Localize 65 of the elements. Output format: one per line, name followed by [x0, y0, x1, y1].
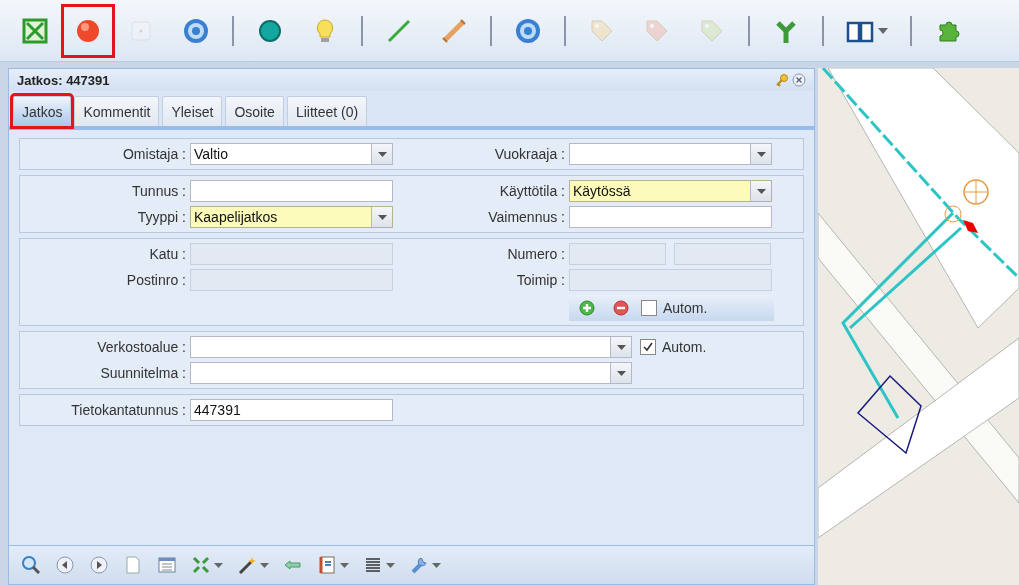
list-icon [363, 555, 383, 575]
field-label: Käyttötila : [498, 183, 566, 199]
combo-box[interactable]: Valtio [190, 143, 393, 165]
field-label: Tietokantatunnus : [70, 402, 187, 418]
cross-box-icon [21, 16, 49, 45]
combo-box[interactable]: Kaapelijatkos [190, 206, 393, 228]
checkbox-label: Autom. [663, 300, 708, 316]
combo-box[interactable] [569, 143, 772, 165]
toolbar-button[interactable] [317, 555, 349, 575]
toolbar-button[interactable] [61, 3, 115, 58]
toolbar-button[interactable] [55, 555, 75, 575]
caret-icon [386, 562, 395, 568]
target-icon [514, 16, 542, 45]
forward-icon [89, 555, 109, 575]
tab[interactable]: Liitteet (0) [286, 96, 368, 126]
page-icon [123, 555, 143, 575]
field-label: Tyyppi : [136, 209, 187, 225]
caret-icon [432, 562, 441, 568]
wrench-icon [409, 555, 429, 575]
add-icon[interactable] [579, 300, 595, 316]
tab[interactable]: Osoite [225, 96, 284, 126]
panel-title: Jatkos: 447391 [17, 72, 110, 88]
field-label: Omistaja : [122, 146, 187, 162]
toolbar-button[interactable] [89, 555, 109, 575]
close-icon[interactable] [792, 73, 806, 87]
input-field[interactable] [190, 180, 393, 202]
field-label: Vuokraaja : [493, 146, 566, 162]
field-label: Tunnus : [131, 183, 187, 199]
checkbox[interactable] [641, 300, 657, 316]
wand-icon [237, 555, 257, 575]
caret-icon [214, 562, 223, 568]
toolbar-button[interactable] [21, 555, 41, 575]
caret-icon [260, 562, 269, 568]
key-icon[interactable] [775, 73, 789, 87]
caret-icon [878, 27, 888, 34]
tab[interactable]: Jatkos [13, 96, 72, 126]
tab[interactable]: Kommentit [74, 96, 160, 126]
toolbar-button[interactable] [191, 555, 223, 575]
ruler-icon [440, 16, 468, 45]
field-label: Postinro : [125, 272, 187, 288]
back-icon [55, 555, 75, 575]
field-label: Vaimennus : [487, 209, 566, 225]
field-label: Suunnitelma : [99, 365, 187, 381]
combo-box[interactable] [190, 362, 632, 384]
combo-box[interactable]: Käytössä [569, 180, 772, 202]
notebook-icon [317, 555, 337, 575]
checkbox-label: Autom. [662, 339, 707, 355]
checkbox[interactable] [640, 339, 656, 355]
field-label: Katu : [148, 246, 187, 262]
input-field[interactable]: 447391 [190, 399, 393, 421]
toolbar-button[interactable] [237, 555, 269, 575]
toolbar-button[interactable] [409, 555, 441, 575]
arrows-icon [191, 555, 211, 575]
target-icon [182, 16, 210, 45]
field-label: Toimip : [515, 272, 566, 288]
combo-box[interactable] [190, 336, 632, 358]
field-label: Numero : [506, 246, 566, 262]
search-icon [21, 555, 41, 575]
toolbar-button[interactable] [363, 555, 395, 575]
remove-icon[interactable] [613, 300, 629, 316]
form-icon [157, 555, 177, 575]
tab[interactable]: Yleiset [162, 96, 223, 126]
input-field[interactable] [569, 206, 772, 228]
field-label: Verkostoalue : [96, 339, 187, 355]
caret-icon [340, 562, 349, 568]
